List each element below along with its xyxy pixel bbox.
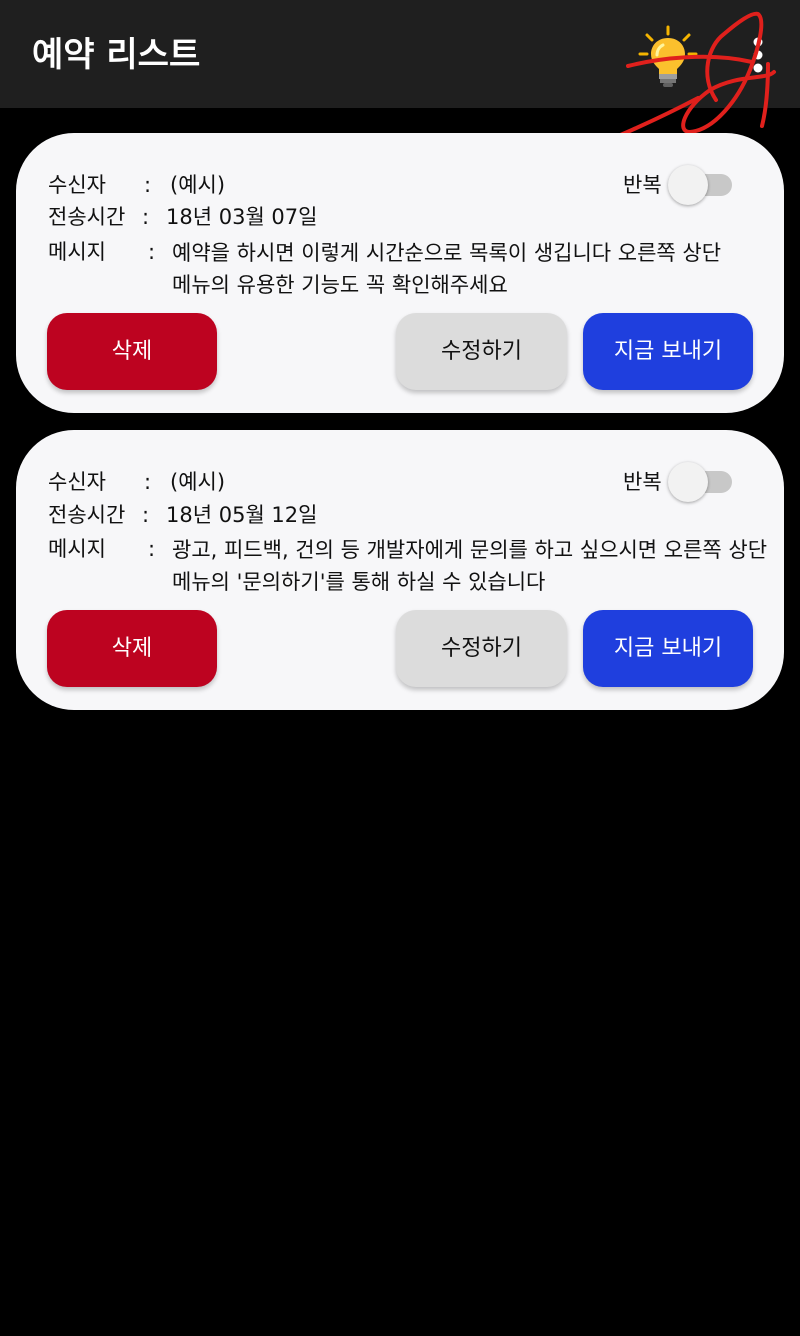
page-title: 예약 리스트 xyxy=(32,35,201,75)
message-value: 예약을 하시면 이렇게 시간순으로 목록이 생깁니다 오른쪽 상단 메뉴의 유용… xyxy=(172,237,721,301)
recipient-label: 수신자 xyxy=(48,470,106,494)
reservation-card[interactable]: 수신자 : (예시) 전송시간 : 18년 05월 12일 메시지 : 광고, … xyxy=(16,430,784,710)
delete-button[interactable]: 삭제 xyxy=(47,610,217,687)
app-bar: 예약 리스트 xyxy=(0,0,800,108)
colon: : xyxy=(144,173,152,197)
colon: : xyxy=(148,240,156,264)
reservation-card[interactable]: 수신자 : (예시) 전송시간 : 18년 03월 07일 메시지 : 예약을 … xyxy=(16,133,784,413)
recipient-value: (예시) xyxy=(170,470,226,494)
colon: : xyxy=(142,503,150,527)
colon: : xyxy=(148,537,156,561)
lightbulb-icon[interactable] xyxy=(636,24,700,90)
edit-button[interactable]: 수정하기 xyxy=(396,313,567,390)
send-time-value: 18년 03월 07일 xyxy=(166,205,318,229)
delete-button[interactable]: 삭제 xyxy=(47,313,217,390)
send-now-button[interactable]: 지금 보내기 xyxy=(583,610,753,687)
send-time-label: 전송시간 xyxy=(48,503,126,527)
repeat-label: 반복 xyxy=(623,470,662,494)
message-line: 메뉴의 '문의하기'를 통해 하실 수 있습니다 xyxy=(172,570,546,594)
message-line: 예약을 하시면 이렇게 시간순으로 목록이 생깁니다 오른쪽 상단 xyxy=(172,241,722,265)
edit-button[interactable]: 수정하기 xyxy=(396,610,567,687)
send-time-value: 18년 05월 12일 xyxy=(166,503,318,527)
more-options-icon[interactable] xyxy=(740,30,776,80)
send-now-button[interactable]: 지금 보내기 xyxy=(583,313,753,390)
repeat-toggle[interactable] xyxy=(668,462,734,502)
recipient-value: (예시) xyxy=(170,173,226,197)
toggle-thumb xyxy=(668,462,708,502)
send-time-label: 전송시간 xyxy=(48,205,126,229)
message-label: 메시지 xyxy=(48,240,106,264)
repeat-toggle[interactable] xyxy=(668,165,734,205)
recipient-label: 수신자 xyxy=(48,173,106,197)
colon: : xyxy=(142,205,150,229)
colon: : xyxy=(144,470,152,494)
toggle-thumb xyxy=(668,165,708,205)
message-label: 메시지 xyxy=(48,537,106,561)
message-line: 광고, 피드백, 건의 등 개발자에게 문의를 하고 싶으시면 오른쪽 상단 xyxy=(172,538,768,562)
message-line: 메뉴의 유용한 기능도 꼭 확인해주세요 xyxy=(172,273,508,297)
repeat-label: 반복 xyxy=(623,173,662,197)
message-value: 광고, 피드백, 건의 등 개발자에게 문의를 하고 싶으시면 오른쪽 상단 메… xyxy=(172,534,767,598)
